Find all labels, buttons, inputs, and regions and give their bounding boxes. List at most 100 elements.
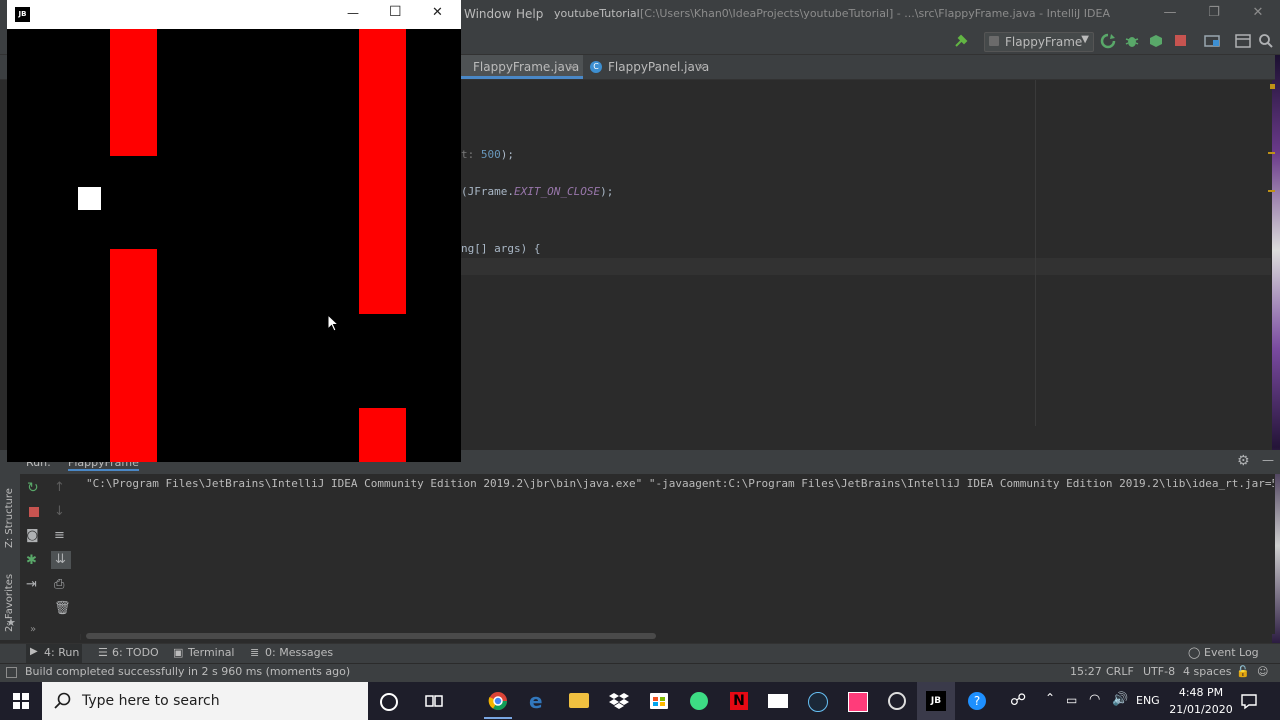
print-icon[interactable]: ⎙ xyxy=(54,577,64,592)
store-logo-square xyxy=(653,697,658,701)
windows-start-icon[interactable] xyxy=(13,693,29,709)
battery-icon[interactable]: ▭ xyxy=(1066,693,1077,707)
ide-minimize-icon[interactable]: — xyxy=(1160,5,1180,23)
camera-icon[interactable]: ◙ xyxy=(26,528,39,543)
search-icon[interactable] xyxy=(1258,33,1274,49)
lock-icon[interactable]: 🔓 xyxy=(1236,665,1250,678)
caret-row-highlight xyxy=(461,258,1271,275)
search-placeholder: Type here to search xyxy=(82,693,220,709)
status-toggle-icon[interactable] xyxy=(6,667,17,678)
class-icon: C xyxy=(590,61,602,73)
tab-flappypanel[interactable]: C FlappyPanel.java × xyxy=(586,55,710,79)
store-logo-square xyxy=(653,702,658,706)
store-logo-square xyxy=(660,702,665,706)
project-structure-icon[interactable] xyxy=(1204,33,1220,49)
tool-tab-run[interactable]: ▶ 4: Run xyxy=(26,644,82,663)
rerun-icon[interactable] xyxy=(1100,33,1116,49)
task-view-icon[interactable] xyxy=(424,691,444,711)
mail-icon[interactable] xyxy=(768,694,788,708)
code-line: (JFrame.EXIT_ON_CLOSE); xyxy=(461,185,614,198)
maximize-icon[interactable]: ☐ xyxy=(389,4,402,20)
gear-icon[interactable]: ⚙ xyxy=(1237,453,1250,469)
more-icon[interactable]: » xyxy=(30,624,36,635)
indent-setting[interactable]: 4 spaces xyxy=(1183,665,1232,678)
exit-icon[interactable]: ⇥ xyxy=(26,577,37,592)
tab-label: FlappyPanel.java xyxy=(608,60,710,74)
obs-icon[interactable] xyxy=(888,692,906,710)
star-icon[interactable]: ★ xyxy=(6,616,16,629)
close-icon[interactable]: × xyxy=(567,55,577,79)
title-project: youtubeTutorial xyxy=(554,7,640,20)
run-console[interactable] xyxy=(80,474,1275,634)
file-encoding[interactable]: UTF-8 xyxy=(1143,665,1175,678)
close-icon[interactable]: ✕ xyxy=(432,5,443,20)
taskbar-search-box[interactable]: Type here to search xyxy=(42,682,368,720)
code-line: ng[] args) { xyxy=(461,242,541,255)
menu-help[interactable]: Help xyxy=(516,7,543,21)
coverage-icon[interactable] xyxy=(1148,33,1164,49)
dropbox-icon[interactable] xyxy=(609,691,629,711)
ide-restore-icon[interactable]: ❐ xyxy=(1204,5,1224,23)
people-icon[interactable]: ☍ xyxy=(1010,690,1026,709)
jetbrains-app-icon[interactable] xyxy=(848,692,868,712)
close-icon[interactable]: × xyxy=(696,55,706,79)
tab-flappyframe[interactable]: FlappyFrame.java × xyxy=(461,55,583,79)
clock-date[interactable]: 21/01/2020 xyxy=(1168,703,1234,716)
tool-tab-todo[interactable]: 6: TODO xyxy=(112,646,159,659)
caret-position[interactable]: 15:27 xyxy=(1070,665,1102,678)
netflix-icon[interactable]: N xyxy=(730,692,748,710)
chrome-icon[interactable] xyxy=(488,691,508,711)
volume-icon[interactable]: 🔊 xyxy=(1112,692,1128,707)
error-stripe-mark xyxy=(1268,190,1275,192)
edge-icon[interactable]: e xyxy=(529,689,543,713)
debug-icon[interactable]: ✱ xyxy=(26,553,37,568)
ide-close-icon[interactable]: ✕ xyxy=(1248,5,1268,23)
cortana-icon[interactable] xyxy=(380,693,398,711)
store-icon[interactable] xyxy=(650,693,668,709)
search-icon xyxy=(54,692,71,709)
flappy-game-window[interactable] xyxy=(7,0,461,462)
tool-tab-label: 4: Run xyxy=(44,646,80,659)
structure-tool-button[interactable]: Z: Structure xyxy=(4,478,15,548)
steam-icon[interactable] xyxy=(808,692,828,712)
pipe-top-2 xyxy=(359,29,406,314)
tab-label: FlappyFrame.java xyxy=(473,60,580,74)
run-config-dropdown[interactable]: FlappyFrame ▼ xyxy=(984,32,1094,52)
clock-time[interactable]: 4:48 PM xyxy=(1178,686,1224,699)
soft-wrap-icon[interactable]: ≡ xyxy=(54,528,65,543)
trash-icon[interactable]: 🗑 xyxy=(54,601,71,616)
tool-tab-event-log[interactable]: Event Log xyxy=(1204,646,1259,659)
horizontal-scrollbar[interactable] xyxy=(86,633,656,639)
android-studio-icon[interactable] xyxy=(690,692,708,710)
hide-icon[interactable]: — xyxy=(1262,453,1274,467)
line-separator[interactable]: CRLF xyxy=(1106,665,1134,678)
up-arrow-icon[interactable]: ↑ xyxy=(54,480,65,495)
game-title-bar[interactable]: JB — ☐ ✕ xyxy=(7,0,461,29)
menu-window[interactable]: Window xyxy=(464,7,511,21)
language-indicator[interactable]: ENG xyxy=(1136,694,1160,707)
tool-tab-messages[interactable]: 0: Messages xyxy=(265,646,333,659)
run-config-label: FlappyFrame xyxy=(1005,35,1083,49)
error-stripe-mark xyxy=(1268,152,1275,154)
status-message: Build completed successfully in 2 s 960 … xyxy=(25,665,351,678)
debug-bug-icon[interactable] xyxy=(1124,33,1140,49)
stop-icon[interactable] xyxy=(29,507,39,517)
notifications-icon[interactable] xyxy=(1240,692,1258,710)
wifi-icon[interactable]: ◠ xyxy=(1089,692,1100,707)
intellij-task-button[interactable]: JB xyxy=(917,682,955,720)
down-arrow-icon[interactable]: ↓ xyxy=(54,504,65,519)
tool-tab-terminal[interactable]: Terminal xyxy=(188,646,235,659)
build-hammer-icon[interactable] xyxy=(953,33,969,49)
title-path: [C:\Users\Khan0\IdeaProjects\youtubeTuto… xyxy=(640,7,1110,20)
layout-icon[interactable] xyxy=(1235,33,1251,49)
right-margin-guide xyxy=(1035,80,1036,426)
chevron-up-icon[interactable]: ⌃ xyxy=(1045,691,1055,705)
minimize-icon[interactable]: — xyxy=(347,6,359,20)
stop-icon[interactable] xyxy=(1175,35,1186,46)
inspector-icon[interactable]: ☺ xyxy=(1257,665,1268,678)
app-config-icon xyxy=(989,36,999,46)
help-icon[interactable]: ? xyxy=(968,692,986,710)
rerun-icon[interactable]: ↻ xyxy=(27,480,39,496)
scroll-to-end-toggle[interactable]: ⇊ xyxy=(51,551,71,569)
file-explorer-icon[interactable] xyxy=(569,693,589,708)
